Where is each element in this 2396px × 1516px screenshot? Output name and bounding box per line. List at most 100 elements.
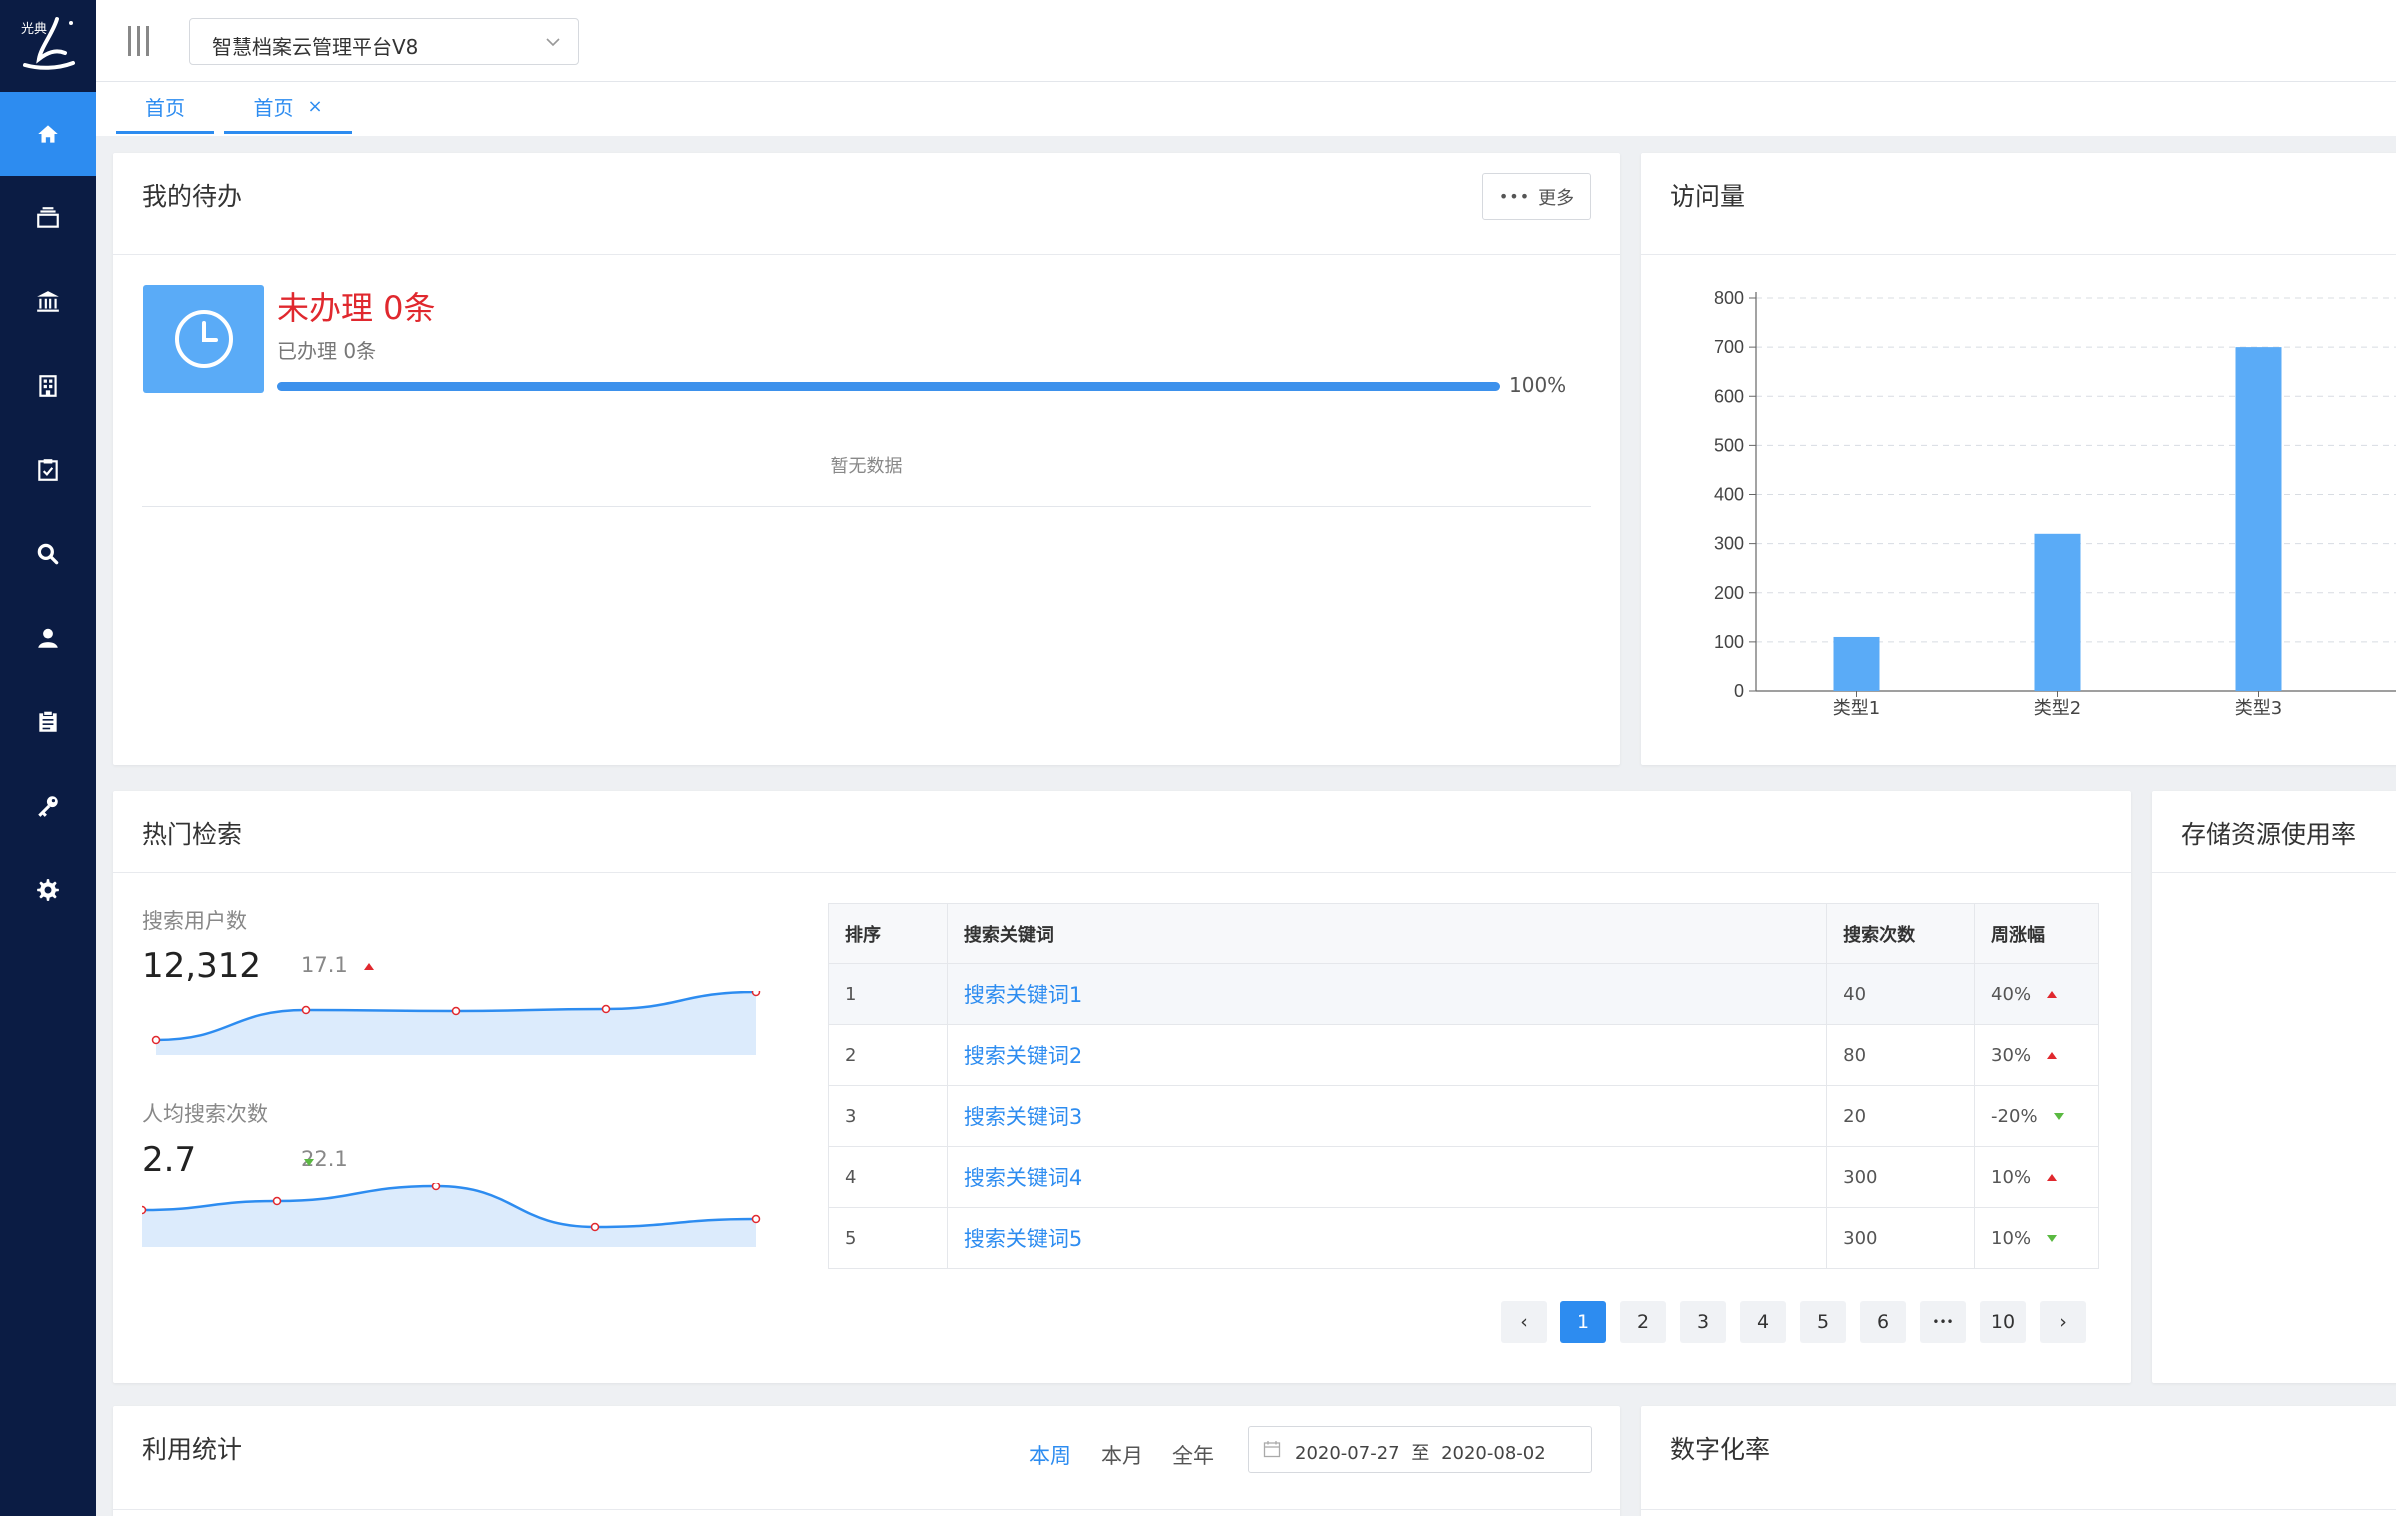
- change-cell-text: 40%: [1991, 983, 2032, 1005]
- menu-toggle-button[interactable]: [124, 24, 154, 58]
- y-tick-label: 100: [1714, 632, 1744, 652]
- nav-museum[interactable]: [0, 260, 96, 344]
- tabs-bar: 首页 首页 ×: [96, 82, 2396, 136]
- keyword-cell-text: 搜索关键词2: [963, 1044, 1083, 1068]
- x-tick-label: 类型1: [1833, 698, 1880, 719]
- trend-down-icon: [2053, 1113, 2064, 1120]
- nav-settings[interactable]: [0, 848, 96, 932]
- count-cell: 300: [1826, 1146, 1976, 1208]
- table-row[interactable]: 4 搜索关键词4 300 10%: [828, 1146, 2099, 1208]
- sparkline-point: [431, 1183, 441, 1191]
- divider: [142, 506, 1591, 507]
- period-month-tab[interactable]: 本月: [1101, 1440, 1143, 1470]
- bar: [1833, 636, 1880, 691]
- page-3-button[interactable]: 3: [1680, 1301, 1726, 1343]
- page-2-button[interactable]: 2: [1620, 1301, 1666, 1343]
- close-icon[interactable]: ×: [307, 96, 322, 117]
- count-cell: 80: [1826, 1024, 1976, 1086]
- rank-cell: 4: [828, 1146, 948, 1208]
- table-row[interactable]: 1 搜索关键词1 40 40%: [828, 963, 2099, 1025]
- trend-up-icon: [364, 963, 374, 970]
- keyword-cell[interactable]: 搜索关键词4: [947, 1146, 1828, 1208]
- change-cell: 40%: [1974, 963, 2099, 1025]
- count-cell: 40: [1826, 963, 1976, 1025]
- nav-archive[interactable]: [0, 176, 96, 260]
- card-header: 我的待办 ••• 更多: [113, 153, 1620, 255]
- tab-home[interactable]: 首页: [116, 82, 214, 134]
- rank-cell: 2: [828, 1024, 948, 1086]
- keyword-cell[interactable]: 搜索关键词1: [947, 963, 1828, 1025]
- sparkline-point: [751, 1214, 761, 1224]
- page-1-button[interactable]: 1: [1560, 1301, 1606, 1343]
- y-tick-label: 0: [1734, 681, 1744, 701]
- change-cell: 30%: [1974, 1024, 2099, 1086]
- period-week-tab[interactable]: 本周: [1029, 1440, 1071, 1470]
- nav-key[interactable]: [0, 764, 96, 848]
- col-count: 搜索次数: [1826, 903, 1976, 964]
- page-10-button[interactable]: 10: [1980, 1301, 2026, 1343]
- keyword-cell-text: 搜索关键词4: [963, 1166, 1083, 1190]
- more-button[interactable]: ••• 更多: [1482, 173, 1591, 220]
- nav-building[interactable]: [0, 344, 96, 428]
- date-range-picker[interactable]: 2020-07-27 至 2020-08-02: [1248, 1426, 1592, 1473]
- page-ellipsis[interactable]: •••: [1920, 1301, 1966, 1343]
- rank-cell-text: 4: [845, 1166, 857, 1188]
- nav-home[interactable]: [0, 92, 96, 176]
- visits-bar-chart: 0 100 200 300 400 500 600 700 800 类型1 类型2 类型3: [1714, 288, 2396, 719]
- count-cell-text: 300: [1843, 1166, 1878, 1188]
- table-row[interactable]: 2 搜索关键词2 80 30%: [828, 1024, 2099, 1086]
- change-cell-text: 10%: [1991, 1227, 2032, 1249]
- nav-user[interactable]: [0, 596, 96, 680]
- page-4-button[interactable]: 4: [1740, 1301, 1786, 1343]
- todo-card: 我的待办 ••• 更多 未办理 0条 已办理 0条 100% 暂无数据: [113, 153, 1620, 765]
- search-icon: [37, 543, 59, 565]
- rank-cell-text: 2: [845, 1044, 857, 1066]
- chevron-down-icon: [546, 38, 560, 47]
- todo-title: 我的待办: [142, 182, 243, 211]
- tab-home-closable[interactable]: 首页 ×: [224, 82, 352, 134]
- date-end: 2020-08-02: [1441, 1443, 1546, 1464]
- logo[interactable]: 光典: [0, 0, 96, 88]
- digitization-title: 数字化率: [1670, 1435, 1771, 1464]
- bar: [2034, 533, 2081, 691]
- platform-select[interactable]: 智慧档案云管理平台V8: [189, 18, 579, 65]
- keyword-cell[interactable]: 搜索关键词2: [947, 1024, 1828, 1086]
- nav-search[interactable]: [0, 512, 96, 596]
- trend-down-icon: [2047, 1235, 2058, 1242]
- next-page-button[interactable]: ›: [2040, 1301, 2086, 1343]
- sidebar: 光典: [0, 0, 96, 1516]
- prev-page-button[interactable]: ‹: [1501, 1301, 1547, 1343]
- table-row[interactable]: 5 搜索关键词5 300 10%: [828, 1207, 2099, 1269]
- keyword-cell[interactable]: 搜索关键词5: [947, 1207, 1828, 1269]
- table-row[interactable]: 3 搜索关键词3 20 -20%: [828, 1085, 2099, 1147]
- visits-card: 访问量 0 100 200 300 400 500 600 700 800 类型1 类型2 类型3: [1641, 153, 2396, 765]
- hamburger-icon: [128, 26, 149, 56]
- y-tick-label: 700: [1714, 337, 1744, 357]
- avg-label: 人均搜索次数: [142, 1102, 268, 1126]
- change-cell: -20%: [1974, 1085, 2099, 1147]
- tab-label: 首页: [145, 96, 185, 120]
- home-icon: [38, 125, 58, 143]
- rank-cell-text: 5: [845, 1227, 857, 1249]
- calendar-icon: [1263, 1441, 1281, 1458]
- change-cell: 10%: [1974, 1207, 2099, 1269]
- count-cell: 300: [1826, 1207, 1976, 1269]
- sparkline-point: [601, 1004, 611, 1014]
- nav-task[interactable]: [0, 428, 96, 512]
- period-year-tab[interactable]: 全年: [1172, 1440, 1214, 1470]
- col-change: 周涨幅: [1974, 903, 2099, 964]
- rank-cell: 5: [828, 1207, 948, 1269]
- progress-fill: [277, 382, 1500, 391]
- nav-document[interactable]: [0, 680, 96, 764]
- card-header: 数字化率: [1641, 1406, 2396, 1510]
- keyword-cell[interactable]: 搜索关键词3: [947, 1085, 1828, 1147]
- card-header: 存储资源使用率: [2152, 791, 2396, 873]
- page-6-button[interactable]: 6: [1860, 1301, 1906, 1343]
- clipboard-icon: [39, 710, 57, 732]
- col-keyword: 搜索关键词: [947, 903, 1828, 964]
- count-cell: 20: [1826, 1085, 1976, 1147]
- clock-icon: [143, 285, 264, 393]
- count-cell-text: 40: [1843, 983, 1867, 1005]
- clipboard-check-icon: [38, 459, 58, 481]
- page-5-button[interactable]: 5: [1800, 1301, 1846, 1343]
